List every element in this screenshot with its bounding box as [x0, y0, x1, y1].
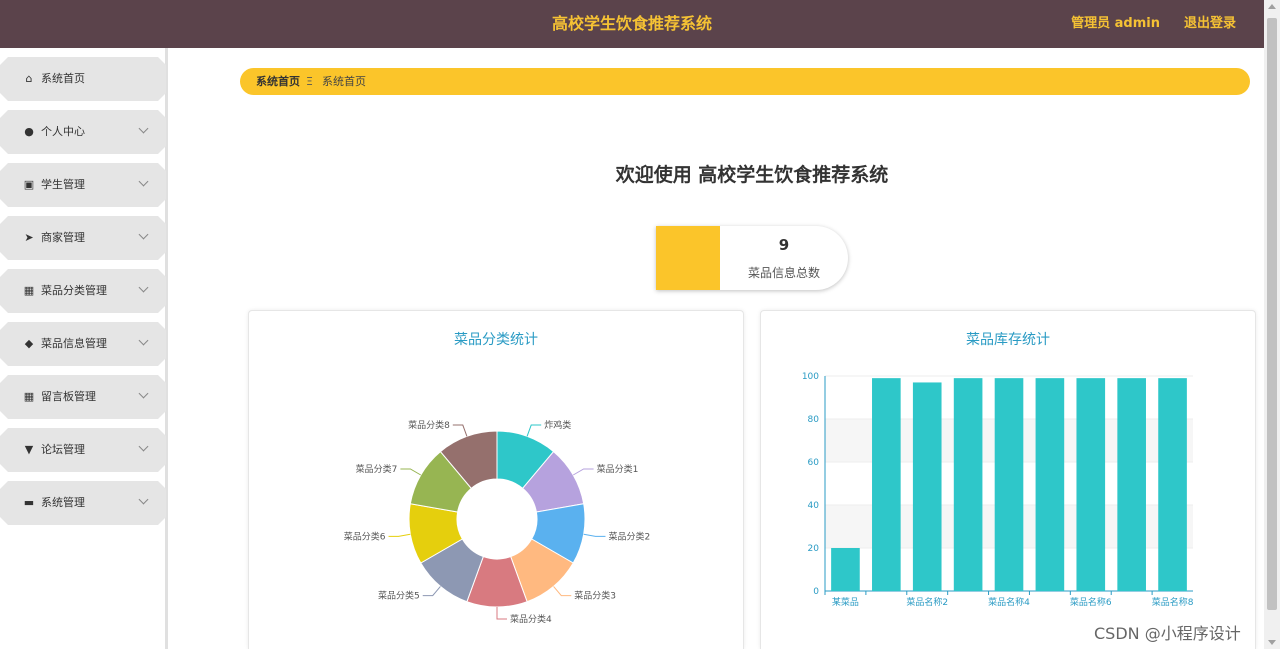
- grid-icon: ▦: [23, 390, 35, 403]
- chevron-down-icon: [138, 123, 149, 134]
- watermark: CSDN @小程序设计: [1094, 624, 1241, 643]
- stat-card-dish-count: 9 菜品信息总数: [656, 226, 848, 290]
- logout-button[interactable]: 退出登录: [1184, 0, 1236, 48]
- category-pie-chart: 炸鸡类菜品分类1 菜品分类2 菜品分类3 菜品分类4 菜品分类5 菜品分类6 菜品分类7 菜品…: [344, 419, 650, 625]
- x-tick-label: 菜品名称4: [988, 596, 1030, 608]
- bar[interactable]: [831, 548, 860, 591]
- y-tick-label: 40: [808, 501, 820, 511]
- y-tick-label: 80: [808, 415, 820, 425]
- pie-label-line: [452, 424, 468, 437]
- pie-label-line: [553, 586, 572, 597]
- bar[interactable]: [994, 378, 1024, 591]
- sidebar-item-label: 系统首页: [41, 72, 85, 85]
- home-icon: ⌂: [25, 72, 33, 85]
- pie-label: 菜品分类7: [356, 463, 398, 475]
- user-icon: ●: [24, 125, 34, 138]
- scroll-up-icon[interactable]: [1268, 4, 1276, 9]
- breadcrumb: 系统首页 Ξ 系统首页: [240, 68, 1250, 95]
- chevron-down-icon: [138, 388, 149, 399]
- sidebar-item[interactable]: ▦ 菜品分类管理: [0, 269, 166, 313]
- pie-label: 菜品分类5: [378, 590, 420, 602]
- clipboard-icon: ▣: [23, 178, 35, 191]
- pie-label-line: [583, 533, 606, 537]
- chevron-down-icon: [138, 176, 149, 187]
- sidebar-item[interactable]: ➤ 商家管理: [0, 216, 166, 260]
- x-tick-label: 菜品名称6: [1070, 596, 1112, 608]
- y-tick-label: 0: [813, 587, 819, 597]
- pie-label-line: [496, 607, 507, 620]
- flag-icon: ▼: [24, 443, 34, 456]
- pie-label: 菜品分类1: [597, 463, 639, 475]
- sidebar: ⌂ 系统首页 ● 个人中心 ▣ 学生管理 ➤ 商家管理 ▦ 菜品分类管理 ◆ 菜品信息管理 ▦ 留言板管理…: [0, 48, 168, 649]
- pie-label: 菜品分类4: [510, 613, 552, 625]
- pin-icon: ◆: [24, 337, 34, 350]
- stat-label: 菜品信息总数: [747, 266, 820, 280]
- pie-label: 炸鸡类: [544, 419, 571, 431]
- category-chart-panel: 菜品分类统计 炸鸡类 菜品分类1 菜品分类2 菜品分类3 菜品分类4 菜品分类5 菜品分类6…: [248, 310, 744, 649]
- stock-chart-panel: 菜品库存统计 0 20 40 60 80 100 某菜品 菜品名称2 菜品名称4 菜品名称6 菜品名…: [760, 310, 1256, 649]
- chevron-down-icon: [138, 494, 149, 505]
- bar[interactable]: [953, 378, 983, 591]
- pie-label: 菜品分类3: [574, 590, 616, 602]
- x-tick-label: 菜品名称8: [1152, 596, 1194, 608]
- pie-label-line: [388, 533, 411, 537]
- pie-label: 菜品分类6: [344, 530, 386, 542]
- pie-label-line: [422, 586, 441, 597]
- bar[interactable]: [1158, 378, 1187, 591]
- breadcrumb-home-link[interactable]: 系统首页: [256, 68, 300, 95]
- admin-user-label[interactable]: 管理员 admin: [1071, 0, 1160, 48]
- breadcrumb-current: 系统首页: [322, 75, 366, 88]
- sidebar-item[interactable]: ▦ 留言板管理: [0, 375, 166, 419]
- bar[interactable]: [1117, 378, 1146, 591]
- sidebar-item-label: 论坛管理: [41, 443, 85, 456]
- chevron-down-icon: [138, 282, 149, 293]
- pie-label: 菜品分类8: [408, 419, 450, 431]
- pie-label-line: [526, 424, 542, 437]
- stat-color-block: [656, 226, 720, 290]
- sidebar-item[interactable]: ◆ 菜品信息管理: [0, 322, 166, 366]
- send-icon: ➤: [24, 231, 34, 244]
- top-header: 高校学生饮食推荐系统 管理员 admin 退出登录: [0, 0, 1264, 48]
- y-tick-label: 60: [808, 458, 820, 468]
- sidebar-item[interactable]: ▼ 论坛管理: [0, 428, 166, 472]
- pie-label-line: [400, 468, 422, 476]
- chevron-down-icon: [138, 335, 149, 346]
- sidebar-item[interactable]: ● 个人中心: [0, 110, 166, 154]
- chevron-down-icon: [138, 441, 149, 452]
- scrollbar-thumb[interactable]: [1267, 18, 1277, 610]
- chevron-down-icon: [138, 229, 149, 240]
- bar[interactable]: [872, 378, 901, 591]
- grid-icon: ▦: [23, 284, 35, 297]
- pie-label-line: [572, 468, 594, 476]
- stock-bar-chart: 0 20 40 60 80 100 某菜品 菜品名称2 菜品名称4 菜品名称6 菜品名称8: [802, 372, 1194, 608]
- x-tick-label: 菜品名称2: [906, 596, 948, 608]
- sidebar-item-label: 菜品分类管理: [41, 284, 107, 297]
- monitor-icon: ▬: [23, 496, 35, 509]
- bar[interactable]: [1035, 378, 1065, 591]
- sidebar-item-label: 系统管理: [41, 496, 85, 509]
- sidebar-item[interactable]: ▬ 系统管理: [0, 481, 166, 525]
- vertical-scrollbar[interactable]: [1264, 0, 1280, 649]
- scroll-down-icon[interactable]: [1268, 640, 1276, 645]
- sidebar-item-label: 学生管理: [41, 178, 85, 191]
- sidebar-item-label: 个人中心: [41, 125, 85, 138]
- bar[interactable]: [1076, 378, 1106, 591]
- y-tick-label: 20: [808, 544, 820, 554]
- sidebar-item[interactable]: ⌂ 系统首页: [0, 57, 166, 101]
- pie-label: 菜品分类2: [608, 530, 650, 542]
- x-tick-label: 某菜品: [832, 596, 859, 608]
- bar[interactable]: [912, 382, 942, 591]
- sidebar-item-label: 商家管理: [41, 231, 85, 244]
- welcome-heading: 欢迎使用 高校学生饮食推荐系统: [615, 164, 889, 186]
- breadcrumb-separator: Ξ: [306, 75, 313, 88]
- sidebar-item-label: 留言板管理: [41, 390, 96, 403]
- stat-value: 9: [778, 236, 790, 254]
- sidebar-item[interactable]: ▣ 学生管理: [0, 163, 166, 207]
- y-tick-label: 100: [802, 372, 819, 382]
- sidebar-item-label: 菜品信息管理: [41, 337, 107, 350]
